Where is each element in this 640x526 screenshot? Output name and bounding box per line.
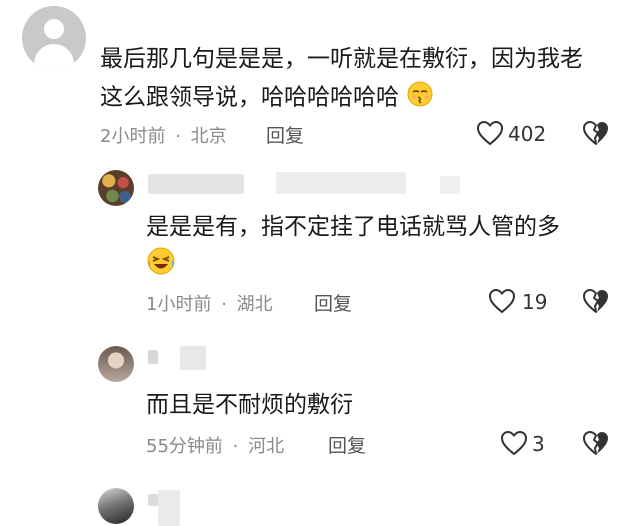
- dislike-button[interactable]: [582, 120, 610, 146]
- reply-button[interactable]: 回复: [266, 121, 304, 148]
- redacted-username: [148, 350, 158, 364]
- redacted-username: [148, 494, 158, 506]
- avatar[interactable]: [98, 488, 134, 524]
- redacted-badge: [440, 176, 460, 194]
- comment-meta: 2小时前 · 北京: [100, 122, 227, 148]
- redacted-username: [158, 490, 180, 526]
- avatar[interactable]: [22, 6, 86, 70]
- reply-button[interactable]: 回复: [328, 431, 366, 458]
- location: 北京: [190, 126, 227, 147]
- laughing-crying-face-icon: [146, 246, 176, 280]
- location: 河北: [248, 436, 285, 457]
- avatar[interactable]: [98, 346, 134, 382]
- like-button[interactable]: [500, 430, 528, 456]
- avatar-head-shape: [44, 19, 64, 39]
- kissing-face-icon: [406, 80, 434, 116]
- like-button[interactable]: [476, 120, 504, 146]
- reply-text: 是是是有，指不定挂了电话就骂人管的多: [146, 214, 560, 240]
- comment-text-line-1: 最后那几句是是是，一听就是在敷衍，因为我老: [100, 46, 583, 72]
- broken-heart-icon: [583, 121, 608, 145]
- comment-text: 这么跟领导说，哈哈哈哈哈哈: [100, 84, 399, 111]
- dislike-button[interactable]: [582, 288, 610, 314]
- avatar[interactable]: [98, 170, 134, 206]
- heart-icon: [476, 120, 504, 146]
- redacted-username: [180, 346, 206, 370]
- heart-icon: [488, 288, 516, 314]
- like-count: 19: [522, 290, 548, 314]
- broken-heart-icon: [583, 289, 608, 313]
- like-button[interactable]: [488, 288, 516, 314]
- reply-meta: 55分钟前 · 河北: [146, 432, 284, 458]
- broken-heart-icon: [583, 431, 608, 455]
- separator: ·: [221, 294, 227, 315]
- timestamp: 55分钟前: [146, 436, 223, 457]
- location: 湖北: [236, 294, 273, 315]
- comment-text-line-2: 这么跟领导说，哈哈哈哈哈哈: [100, 80, 434, 116]
- like-count: 3: [532, 432, 545, 456]
- separator: ·: [175, 126, 181, 147]
- heart-icon: [500, 430, 528, 456]
- separator: ·: [232, 436, 239, 457]
- redacted-username: [148, 174, 244, 194]
- dislike-button[interactable]: [582, 430, 610, 456]
- reply-text: 而且是不耐烦的敷衍: [146, 392, 353, 418]
- reply-meta: 1小时前 · 湖北: [146, 290, 273, 316]
- reply-button[interactable]: 回复: [314, 289, 352, 316]
- avatar-body-shape: [34, 44, 74, 70]
- timestamp: 1小时前: [146, 294, 212, 315]
- redacted-username: [276, 172, 406, 194]
- like-count: 402: [508, 122, 547, 146]
- timestamp: 2小时前: [100, 126, 166, 147]
